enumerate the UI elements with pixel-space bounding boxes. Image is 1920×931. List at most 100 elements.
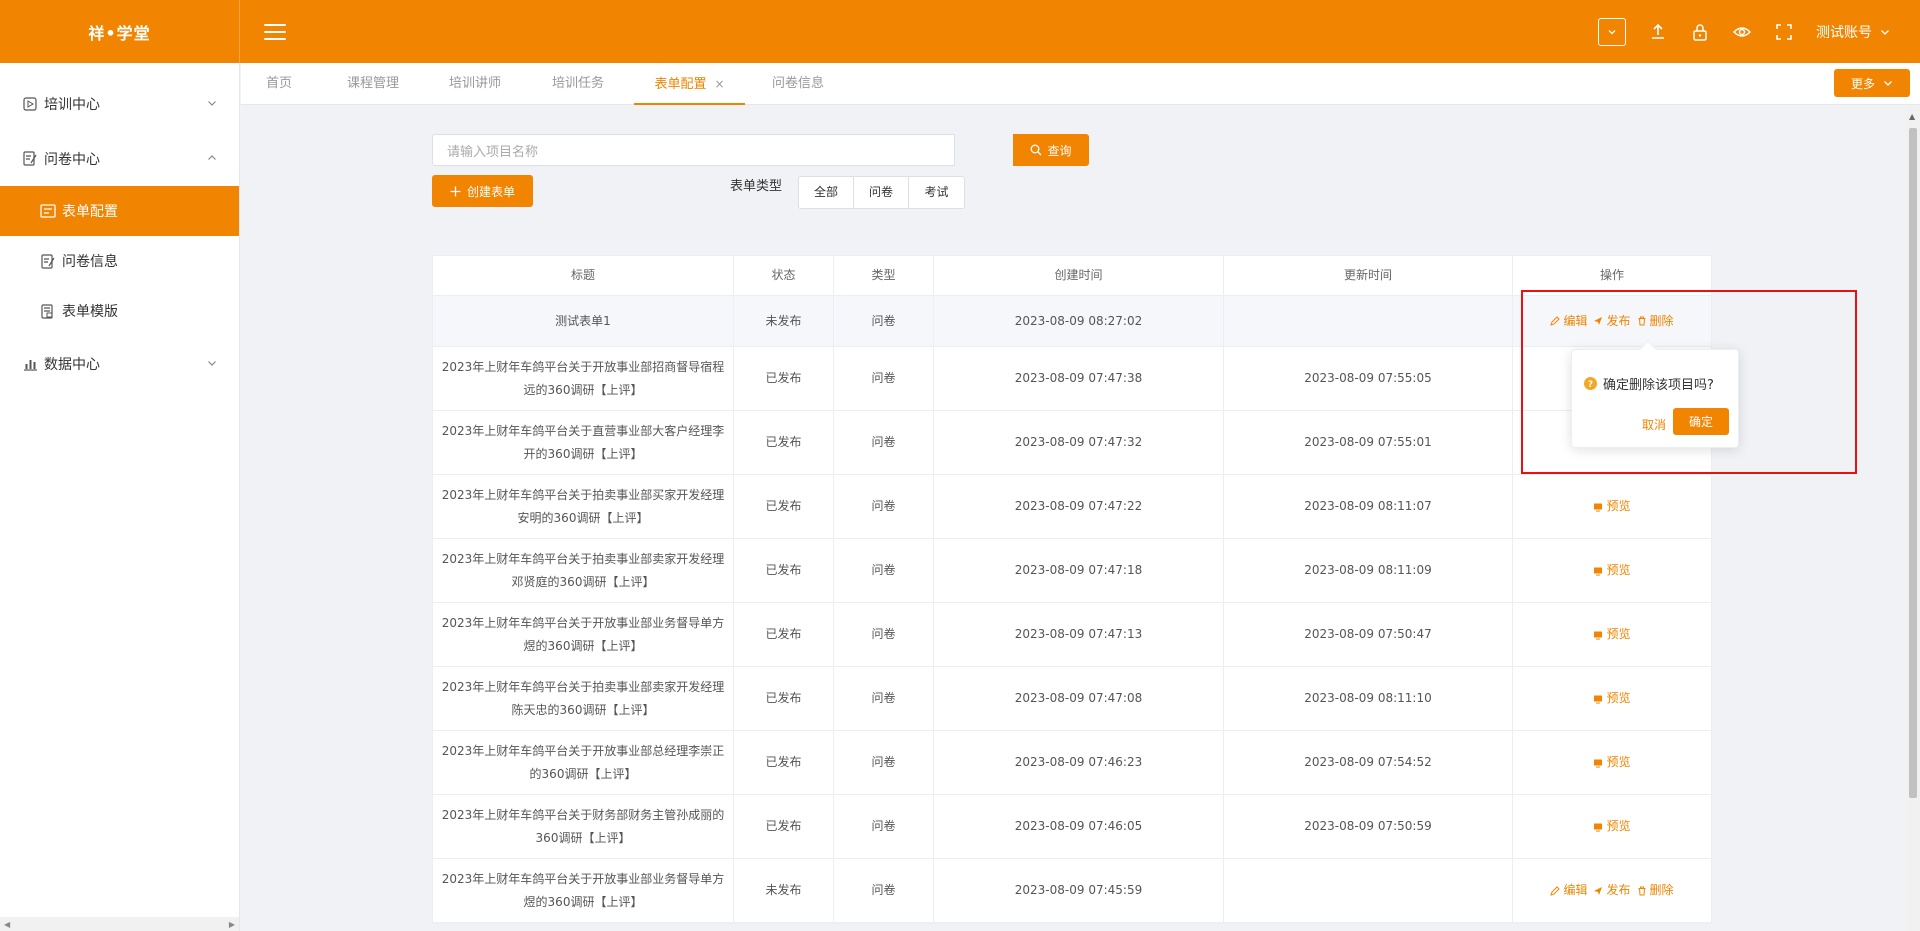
cell-created: 2023-08-09 07:45:59 <box>934 859 1224 922</box>
cell-type-text: 问卷 <box>871 691 896 705</box>
chevron-up-icon <box>207 151 217 167</box>
cancel-button[interactable]: 取消 <box>1642 416 1666 433</box>
lock-icon[interactable] <box>1690 22 1710 42</box>
table-row: 2023年上财年车鸽平台关于拍卖事业部卖家开发经理邓贤庭的360调研【上评】 已发… <box>433 539 1711 603</box>
cell-type-text: 问卷 <box>871 313 896 328</box>
tab-survey-info[interactable]: 问卷信息 <box>770 63 826 105</box>
cell-title: 2023年上财年车鸽平台关于开放事业部业务督导单方煜的360调研【上评】 <box>433 603 734 666</box>
upload-icon[interactable] <box>1648 22 1668 42</box>
column-header: 标题 <box>433 256 734 295</box>
cell-created-text: 2023-08-09 07:47:18 <box>1014 563 1143 577</box>
cell-type-text: 问卷 <box>871 819 896 833</box>
cell-status: 已发布 <box>734 539 834 602</box>
cell-status: 已发布 <box>734 667 834 730</box>
account-menu[interactable]: 测试账号 <box>1816 22 1890 42</box>
cell-updated: 2023-08-09 07:55:05 <box>1224 347 1513 410</box>
cell-created-text: 2023-08-09 07:46:23 <box>1014 755 1143 769</box>
sidebar-item-form-template[interactable]: 表单模版 <box>0 286 239 336</box>
cell-type-text: 问卷 <box>871 499 896 513</box>
edit-button[interactable]: 编辑 <box>1550 879 1587 902</box>
vertical-scrollbar[interactable]: ▲ <box>1906 106 1920 931</box>
cell-updated: 2023-08-09 07:50:47 <box>1224 603 1513 666</box>
cell-updated: 2023-08-09 07:50:59 <box>1224 795 1513 858</box>
tab-training-tasks[interactable]: 培训任务 <box>550 63 606 105</box>
cell-title: 2023年上财年车鸽平台关于拍卖事业部卖家开发经理陈天忠的360调研【上评】 <box>433 667 734 730</box>
preview-button[interactable]: 预览 <box>1593 559 1631 582</box>
cell-created: 2023-08-09 08:27:02 <box>934 296 1224 346</box>
tab-course-management[interactable]: 课程管理 <box>345 63 401 105</box>
preview-button[interactable]: 预览 <box>1593 751 1631 774</box>
sidebar-item-survey-info[interactable]: 问卷信息 <box>0 236 239 286</box>
eye-icon[interactable] <box>1732 22 1752 42</box>
cell-updated: 2023-08-09 07:55:01 <box>1224 411 1513 474</box>
cell-created: 2023-08-09 07:47:18 <box>934 539 1224 602</box>
filter-exam-button[interactable]: 考试 <box>909 177 964 208</box>
cell-type: 问卷 <box>834 795 934 858</box>
cell-created-text: 2023-08-09 07:46:05 <box>1014 819 1143 833</box>
scroll-up-icon[interactable]: ▲ <box>1909 112 1915 121</box>
preview-icon <box>1593 822 1603 832</box>
sidebar-group-survey[interactable]: 问卷中心 <box>0 131 239 186</box>
menu-toggle-icon[interactable] <box>264 23 286 40</box>
scrollbar-thumb[interactable] <box>1909 128 1917 798</box>
action-label: 发布 <box>1606 883 1631 897</box>
table-row: 2023年上财年车鸽平台关于开放事业部总经理李崇正的360调研【上评】 已发布 问卷… <box>433 731 1711 795</box>
cell-updated-text: 2023-08-09 08:11:07 <box>1304 499 1432 513</box>
query-button[interactable]: 查询 <box>1013 134 1089 166</box>
preview-button[interactable]: 预览 <box>1593 495 1631 518</box>
sidebar-item-form-config[interactable]: 表单配置 <box>0 186 239 236</box>
preview-icon <box>1593 694 1603 704</box>
cell-title: 2023年上财年车鸽平台关于开放事业部招商督导宿程远的360调研【上评】 <box>433 347 734 410</box>
cell-actions: 预览 <box>1513 475 1711 538</box>
action-label: 编辑 <box>1563 883 1588 897</box>
table-row: 2023年上财年车鸽平台关于拍卖事业部卖家开发经理陈天忠的360调研【上评】 已发… <box>433 667 1711 731</box>
cell-created-text: 2023-08-09 07:47:08 <box>1014 691 1143 705</box>
confirm-button[interactable]: 确定 <box>1673 408 1729 435</box>
preview-button[interactable]: 预览 <box>1593 815 1631 838</box>
cell-created-text: 2023-08-09 07:47:38 <box>1014 371 1143 385</box>
cell-created-text: 2023-08-09 08:27:02 <box>1014 313 1143 328</box>
plus-icon <box>450 186 461 196</box>
cell-created-text: 2023-08-09 07:47:13 <box>1014 627 1143 641</box>
tab-home[interactable]: 首页 <box>263 63 295 105</box>
form-type-label: 表单类型 <box>730 179 783 194</box>
publish-button[interactable]: 发布 <box>1593 879 1631 902</box>
cell-type: 问卷 <box>834 667 934 730</box>
top-header: 祥•学堂 测试账号 <box>0 0 1920 63</box>
sidebar-group-data[interactable]: 数据中心 <box>0 336 239 391</box>
cell-type: 问卷 <box>834 347 934 410</box>
cell-created: 2023-08-09 07:46:23 <box>934 731 1224 794</box>
sidebar-group-label: 问卷中心 <box>44 151 100 168</box>
cell-type: 问卷 <box>834 296 934 346</box>
horizontal-scrollbar[interactable]: ◀ ▶ <box>0 917 239 931</box>
cell-type: 问卷 <box>834 731 934 794</box>
close-icon[interactable]: × <box>714 77 724 91</box>
preview-button[interactable]: 预览 <box>1593 687 1631 710</box>
cell-actions: 预览 <box>1513 795 1711 858</box>
cell-created-text: 2023-08-09 07:47:32 <box>1014 435 1143 449</box>
filter-survey-button[interactable]: 问卷 <box>854 177 909 208</box>
sidebar-group-training[interactable]: 培训中心 <box>0 76 239 131</box>
cell-type-text: 问卷 <box>871 883 896 897</box>
preview-icon <box>1593 758 1603 768</box>
filter-all-button[interactable]: 全部 <box>799 177 854 208</box>
tab-trainers[interactable]: 培训讲师 <box>447 63 503 105</box>
search-input[interactable]: 请输入项目名称 <box>432 134 955 166</box>
delete-button[interactable]: 删除 <box>1637 879 1674 902</box>
cell-created: 2023-08-09 07:47:08 <box>934 667 1224 730</box>
cell-status: 已发布 <box>734 603 834 666</box>
tab-form-config[interactable]: 表单配置 × <box>634 63 745 105</box>
preview-icon <box>1593 630 1603 640</box>
dropdown-toggle-button[interactable] <box>1598 17 1626 46</box>
fullscreen-icon[interactable] <box>1774 22 1794 42</box>
create-form-button[interactable]: 创建表单 <box>432 175 533 207</box>
sidebar-item-label: 问卷信息 <box>62 254 118 270</box>
more-button[interactable]: 更多 <box>1834 69 1910 97</box>
sidebar-item-label: 表单配置 <box>62 204 118 220</box>
cell-updated: 2023-08-09 08:11:09 <box>1224 539 1513 602</box>
play-icon <box>22 96 38 112</box>
cell-type: 问卷 <box>834 603 934 666</box>
delete-confirm-popover: ? 确定删除该项目吗? 取消 确定 <box>1571 340 1739 448</box>
cell-status-text: 已发布 <box>765 435 802 449</box>
preview-button[interactable]: 预览 <box>1593 623 1631 646</box>
